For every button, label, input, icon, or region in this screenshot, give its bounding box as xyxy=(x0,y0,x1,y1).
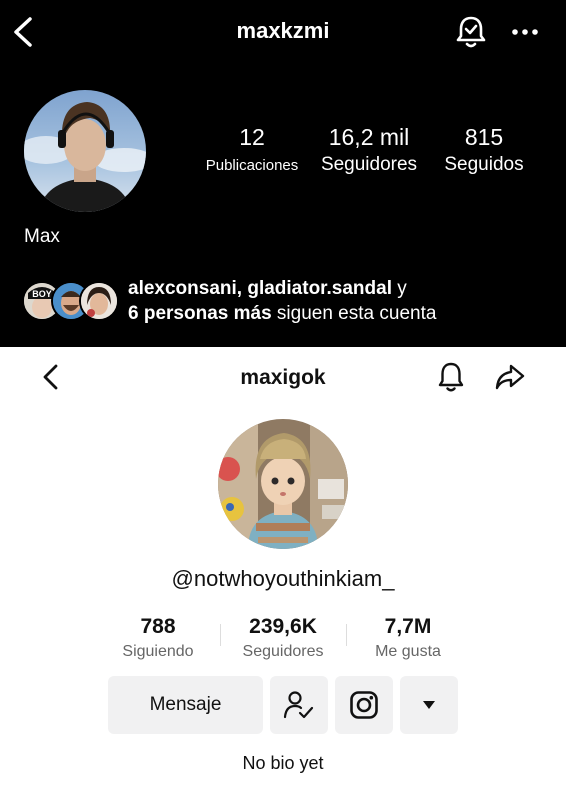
tt-stat-following[interactable]: 788 Siguiendo xyxy=(108,615,208,661)
stat-divider xyxy=(346,624,347,646)
tt-stat-likes[interactable]: 7,7M Me gusta xyxy=(358,615,458,661)
bell-icon[interactable] xyxy=(437,361,465,393)
message-button[interactable]: Mensaje xyxy=(108,676,263,734)
stat-label: Publicaciones xyxy=(205,157,299,174)
stat-number: 815 xyxy=(464,124,504,150)
instagram-profile: maxkzmi 12 Publicaciones 16,2 mil Seguid… xyxy=(0,0,566,347)
ig-stat-followers[interactable]: 16,2 mil Seguidores xyxy=(310,124,428,176)
share-icon[interactable] xyxy=(494,363,526,391)
more-icon[interactable] xyxy=(511,25,539,39)
stat-label: Me gusta xyxy=(375,643,441,660)
tt-handle: @notwhoyouthinkiam_ xyxy=(171,566,395,591)
user-check-icon xyxy=(283,691,314,719)
stat-label: Seguidos xyxy=(444,154,524,175)
stat-label: Seguidores xyxy=(242,643,324,660)
follower-avatar[interactable] xyxy=(79,281,119,321)
followed-by-connector: y xyxy=(392,278,407,299)
stat-number: 7,7M xyxy=(384,615,432,638)
stat-number: 16,2 mil xyxy=(328,124,410,150)
instagram-link-button[interactable] xyxy=(335,676,393,734)
tt-avatar[interactable] xyxy=(218,419,348,549)
more-options-button[interactable] xyxy=(400,676,458,734)
stat-number: 788 xyxy=(140,615,176,638)
followed-by-text[interactable]: alexconsani, gladiator.sandal y 6 person… xyxy=(128,276,436,326)
message-label: Mensaje xyxy=(149,694,222,715)
follow-status-button[interactable] xyxy=(270,676,328,734)
followed-by-names: alexconsani, gladiator.sandal xyxy=(128,278,392,299)
bell-check-icon[interactable] xyxy=(455,15,487,49)
followed-by-suffix: siguen esta cuenta xyxy=(271,303,437,324)
tt-bio: No bio yet xyxy=(242,753,324,773)
stat-label: Seguidores xyxy=(320,154,418,175)
ig-display-name: Max xyxy=(24,226,60,247)
caret-down-icon xyxy=(423,701,435,709)
ig-avatar[interactable] xyxy=(24,90,146,212)
tt-username: maxigok xyxy=(240,366,326,389)
stat-label: Siguiendo xyxy=(122,643,194,660)
instagram-icon xyxy=(350,691,378,719)
stat-number: 12 xyxy=(239,124,265,150)
ig-stat-following[interactable]: 815 Seguidos xyxy=(434,124,534,176)
stat-number: 239,6K xyxy=(249,615,317,638)
tiktok-profile: maxigok @notwhoyouthinkiam_ 788 Siguiend… xyxy=(0,347,566,800)
ig-stat-posts[interactable]: 12 Publicaciones xyxy=(197,124,307,174)
tt-stat-followers[interactable]: 239,6K Seguidores xyxy=(230,615,336,661)
followed-by-more: 6 personas más xyxy=(128,303,272,324)
stat-divider xyxy=(220,624,221,646)
mini-avatar-text: BOY xyxy=(32,289,52,299)
